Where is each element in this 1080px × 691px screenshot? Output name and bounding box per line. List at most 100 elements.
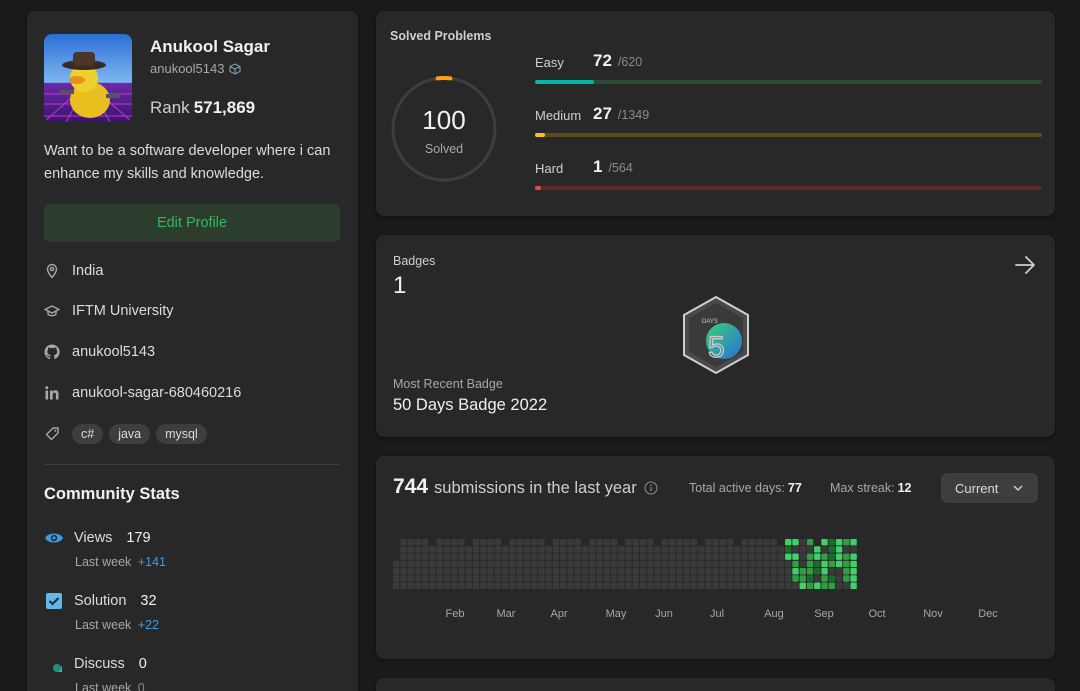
heatmap-cell[interactable] [654,546,661,553]
heatmap-cell[interactable] [567,546,574,553]
heatmap-cell[interactable] [821,553,828,560]
heatmap-cell[interactable] [414,546,422,553]
heatmap-cell[interactable] [552,560,560,568]
heatmap-cell[interactable] [567,539,574,546]
heatmap-cell[interactable] [618,568,625,575]
heatmap-cell[interactable] [480,539,487,546]
heatmap-cell[interactable] [785,582,792,589]
heatmap-cell[interactable] [494,539,502,546]
heatmap-cell[interactable] [545,546,552,553]
heatmap-cell[interactable] [676,582,683,589]
heatmap-cell[interactable] [690,553,698,560]
heatmap-cell[interactable] [712,553,719,560]
heatmap-cell[interactable] [835,575,843,582]
heatmap-cell[interactable] [661,560,669,568]
heatmap-cell[interactable] [705,539,712,546]
heatmap-cell[interactable] [792,575,799,582]
heatmap-cell[interactable] [821,568,828,575]
heatmap-cell[interactable] [618,546,625,553]
heatmap-cell[interactable] [523,553,531,560]
heatmap-cell[interactable] [799,582,806,589]
heatmap-cell[interactable] [676,539,683,546]
heatmap-cell[interactable] [589,553,596,560]
heatmap-cell[interactable] [806,553,814,560]
heatmap-cell[interactable] [472,539,480,546]
heatmap-cell[interactable] [719,546,727,553]
heatmap-cell[interactable] [538,553,545,560]
heatmap-cell[interactable] [603,546,610,553]
heatmap-cell[interactable] [436,582,443,589]
heatmap-cell[interactable] [530,568,538,575]
heatmap-cell[interactable] [393,582,400,589]
heatmap-cell[interactable] [843,575,850,582]
heatmap-cell[interactable] [763,546,770,553]
heatmap-cell[interactable] [559,568,567,575]
heatmap-cell[interactable] [661,539,669,546]
heatmap-cell[interactable] [509,560,516,568]
heatmap-cell[interactable] [676,568,683,575]
heatmap-cell[interactable] [625,546,632,553]
heatmap-cell[interactable] [748,575,756,582]
heatmap-cell[interactable] [429,553,436,560]
heatmap-cell[interactable] [850,568,857,575]
heatmap-cell[interactable] [567,582,574,589]
heatmap-cell[interactable] [835,568,843,575]
heatmap-cell[interactable] [639,560,647,568]
heatmap-cell[interactable] [734,575,741,582]
heatmap-cell[interactable] [414,575,422,582]
heatmap-cell[interactable] [596,539,603,546]
heatmap-cell[interactable] [574,582,581,589]
heatmap-cell[interactable] [567,575,574,582]
heatmap-cell[interactable] [610,575,618,582]
heatmap-cell[interactable] [559,546,567,553]
heatmap-cell[interactable] [559,560,567,568]
heatmap-cell[interactable] [661,582,669,589]
heatmap-cell[interactable] [726,560,734,568]
heatmap-cell[interactable] [501,560,509,568]
heatmap-cell[interactable] [400,568,407,575]
heatmap-cell[interactable] [530,546,538,553]
heatmap-cell[interactable] [668,575,676,582]
heatmap-cell[interactable] [785,546,792,553]
heatmap-cell[interactable] [581,546,589,553]
heatmap-cell[interactable] [509,575,516,582]
heatmap-cell[interactable] [610,560,618,568]
heatmap-cell[interactable] [487,546,494,553]
heatmap-cell[interactable] [523,582,531,589]
heatmap-cell[interactable] [559,575,567,582]
heatmap-cell[interactable] [770,560,777,568]
heatmap-cell[interactable] [676,553,683,560]
heatmap-cell[interactable] [443,575,451,582]
heatmap-cell[interactable] [530,539,538,546]
heatmap-cell[interactable] [414,539,422,546]
heatmap-cell[interactable] [552,546,560,553]
heatmap-cell[interactable] [756,575,763,582]
heatmap-cell[interactable] [581,575,589,582]
heatmap-cell[interactable] [574,539,581,546]
heatmap-cell[interactable] [581,560,589,568]
heatmap-cell[interactable] [712,568,719,575]
heatmap-cell[interactable] [719,575,727,582]
heatmap-cell[interactable] [814,560,821,568]
heatmap-cell[interactable] [763,553,770,560]
heatmap-cell[interactable] [697,582,705,589]
heatmap-cell[interactable] [480,568,487,575]
heatmap-cell[interactable] [480,560,487,568]
heatmap-cell[interactable] [472,582,480,589]
heatmap-cell[interactable] [465,553,472,560]
heatmap-cell[interactable] [407,539,414,546]
heatmap-cell[interactable] [756,546,763,553]
heatmap-cell[interactable] [741,575,748,582]
heatmap-cell[interactable] [741,546,748,553]
heatmap-cell[interactable] [828,553,835,560]
heatmap-cell[interactable] [639,553,647,560]
heatmap-cell[interactable] [618,553,625,560]
heatmap-cell[interactable] [451,546,458,553]
heatmap-cell[interactable] [777,582,785,589]
heatmap-cell[interactable] [509,553,516,560]
heatmap-cell[interactable] [799,575,806,582]
heatmap-cell[interactable] [835,560,843,568]
heatmap-cell[interactable] [574,553,581,560]
heatmap-cell[interactable] [429,575,436,582]
heatmap-cell[interactable] [748,560,756,568]
